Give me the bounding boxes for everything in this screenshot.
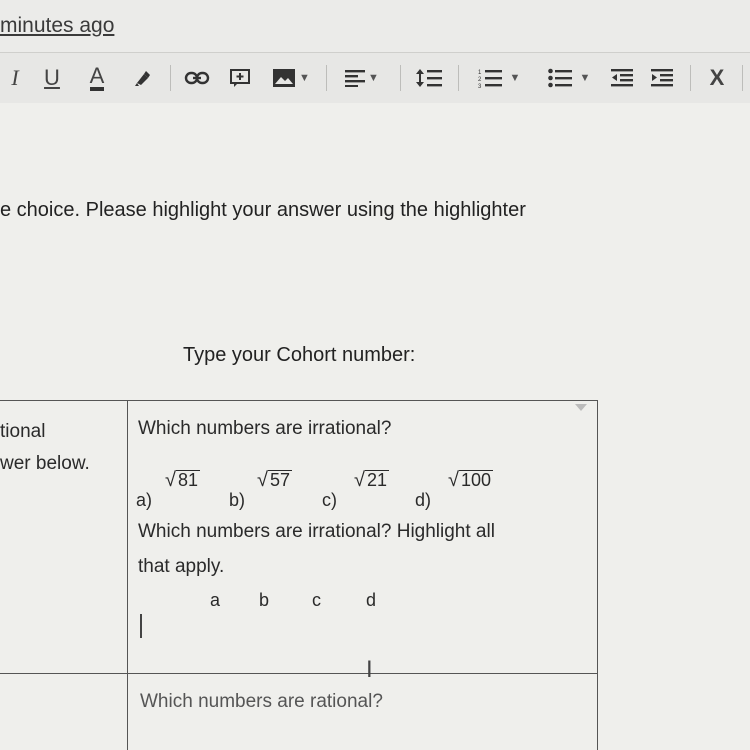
option-a-label: a) — [136, 490, 153, 510]
last-edit-link[interactable]: minutes ago — [0, 14, 114, 38]
comment-add-icon — [230, 69, 250, 87]
formatting-toolbar: I U A ▼ ▼ 123 ▼ ▼ X — [0, 52, 750, 104]
bulleted-list-icon — [547, 68, 572, 88]
bulleted-list-button[interactable]: ▼ — [540, 63, 598, 93]
sqrt-icon: √ — [165, 469, 176, 491]
table-border-right — [597, 400, 598, 750]
toolbar-separator — [458, 65, 459, 91]
line-spacing-icon — [416, 69, 442, 87]
highlight-button[interactable] — [130, 63, 156, 93]
align-button[interactable]: ▼ — [340, 63, 384, 93]
text-color-label: A — [89, 65, 105, 91]
option-d-label: d) — [415, 490, 432, 510]
option-a-radical: √ 81 — [165, 469, 201, 491]
svg-text:1: 1 — [478, 70, 482, 76]
insert-image-button[interactable]: ▼ — [266, 63, 316, 93]
decrease-indent-icon — [611, 69, 633, 87]
chevron-down-icon: ▼ — [579, 72, 591, 84]
cell-menu-icon[interactable] — [575, 404, 587, 411]
italic-button[interactable]: I — [4, 63, 26, 93]
left-cell-line-1: tional — [0, 421, 46, 442]
text-color-button[interactable]: A — [84, 63, 110, 93]
toolbar-separator — [170, 65, 171, 91]
answer-choice-a[interactable]: a — [210, 590, 220, 611]
option-b-label: b) — [229, 490, 246, 510]
toolbar-separator — [326, 65, 327, 91]
left-cell-line-2: wer below. — [0, 453, 90, 474]
highlight-instruction-line-2: that apply. — [138, 556, 225, 577]
link-icon — [184, 71, 210, 85]
question-rational: Which numbers are rational? — [140, 691, 383, 712]
toolbar-separator — [742, 65, 743, 91]
cohort-prompt: Type your Cohort number: — [183, 344, 416, 366]
clear-formatting-button[interactable]: X — [702, 63, 732, 93]
option-b-radical: √ 57 — [257, 469, 293, 491]
option-d-radicand: 100 — [458, 470, 494, 490]
sqrt-icon: √ — [448, 469, 459, 491]
align-left-icon — [345, 70, 366, 87]
option-c-radicand: 21 — [364, 470, 390, 490]
chevron-down-icon: ▼ — [299, 72, 310, 84]
highlighter-icon — [135, 71, 150, 86]
decrease-indent-button[interactable] — [608, 63, 636, 93]
answer-choice-c[interactable]: c — [312, 590, 321, 611]
sqrt-icon: √ — [354, 469, 365, 491]
answer-choice-b[interactable]: b — [259, 590, 269, 611]
chevron-down-icon: ▼ — [509, 72, 521, 84]
answer-choice-d[interactable]: d — [366, 590, 376, 611]
insert-comment-button[interactable] — [226, 63, 254, 93]
line-spacing-button[interactable] — [412, 63, 446, 93]
toolbar-separator — [690, 65, 691, 91]
svg-text:2: 2 — [478, 77, 482, 83]
increase-indent-icon — [651, 69, 673, 87]
numbered-list-button[interactable]: 123 ▼ — [470, 63, 528, 93]
sqrt-icon: √ — [257, 469, 268, 491]
ibeam-cursor-icon: I — [366, 656, 373, 683]
table-column-divider — [127, 400, 128, 750]
numbered-list-icon: 123 — [478, 70, 502, 88]
table-row-divider — [0, 673, 598, 674]
option-c-label: c) — [322, 490, 337, 510]
option-a-radicand: 81 — [175, 470, 201, 490]
highlight-instruction-line-1: Which numbers are irrational? Highlight … — [138, 521, 495, 542]
option-d-radical: √ 100 — [448, 469, 494, 491]
table-border-top — [0, 400, 598, 401]
option-b-radicand: 57 — [267, 470, 293, 490]
option-c-radical: √ 21 — [354, 469, 390, 491]
text-cursor — [140, 614, 142, 638]
question-irrational: Which numbers are irrational? — [138, 418, 392, 439]
image-icon — [273, 69, 296, 87]
toolbar-separator — [400, 65, 401, 91]
chevron-down-icon: ▼ — [368, 72, 379, 84]
svg-text:3: 3 — [478, 84, 482, 88]
increase-indent-button[interactable] — [648, 63, 676, 93]
instructions-text: e choice. Please highlight your answer u… — [0, 199, 526, 221]
underline-button[interactable]: U — [40, 63, 64, 93]
insert-link-button[interactable] — [180, 63, 214, 93]
